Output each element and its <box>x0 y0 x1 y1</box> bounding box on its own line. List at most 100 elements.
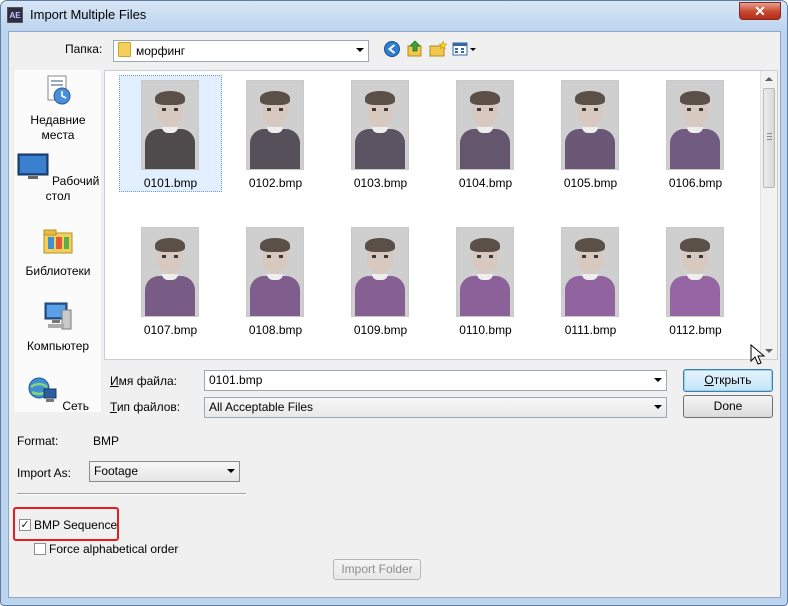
file-name: 0103.bmp <box>353 176 408 190</box>
import-as-label: Import As: <box>17 466 72 480</box>
file-name: 0106.bmp <box>668 176 723 190</box>
thumbnail-hair <box>155 91 185 105</box>
file-thumbnail <box>246 227 304 317</box>
file-name: 0108.bmp <box>248 323 303 337</box>
scroll-up-arrow-icon[interactable] <box>765 77 773 81</box>
filetype-value: All Acceptable Files <box>209 400 314 414</box>
file-tile[interactable]: 0102.bmp <box>224 75 327 192</box>
thumbnail-body <box>670 276 720 316</box>
thumbnail-hair <box>680 91 710 105</box>
thumbnail-hair <box>470 91 500 105</box>
file-list[interactable]: 0101.bmp 0102.bmp 0103.bmp 0104.bmp 0105.bmp… <box>104 70 778 360</box>
import-dialog-window: AE Import Multiple Files ✕ Папка: морфин… <box>0 0 788 606</box>
up-folder-icon[interactable] <box>406 40 424 58</box>
thumbnail-eyes <box>582 108 598 111</box>
thumbnail-eyes <box>267 108 283 111</box>
thumbnail-body <box>460 276 510 316</box>
thumbnail-eyes <box>162 255 178 258</box>
chevron-down-icon[interactable] <box>654 378 662 382</box>
checkmark-icon: ✓ <box>20 519 30 531</box>
file-tile[interactable]: 0107.bmp <box>119 222 222 339</box>
place-recent[interactable]: Недавние места <box>15 74 101 143</box>
file-name: 0110.bmp <box>459 323 512 337</box>
thumbnail-hair <box>470 238 500 252</box>
file-tile[interactable]: 0108.bmp <box>224 222 327 339</box>
open-button-accelerator: О <box>704 373 714 387</box>
bmp-sequence-label: BMP Sequence <box>34 518 118 532</box>
thumbnail-body <box>565 129 615 169</box>
thumbnail-hair <box>575 91 605 105</box>
thumbnail-eyes <box>687 108 703 111</box>
place-label: Рабочий стол <box>45 174 100 203</box>
file-tile[interactable]: 0111.bmp <box>539 222 642 339</box>
filetype-label-text: ип файлов: <box>116 400 181 414</box>
filetype-dropdown[interactable]: All Acceptable Files <box>204 397 667 418</box>
place-desktop[interactable]: Рабочий стол <box>15 150 101 204</box>
file-name: 0101.bmp <box>143 176 198 190</box>
force-alphabetical-checkbox[interactable] <box>34 543 46 555</box>
thumbnail-hair <box>680 238 710 252</box>
view-menu-icon[interactable] <box>452 40 478 58</box>
vertical-scrollbar[interactable] <box>760 71 777 359</box>
file-name: 0112.bmp <box>669 323 722 337</box>
place-label: Компьютер <box>26 339 90 353</box>
file-name: 0102.bmp <box>248 176 303 190</box>
file-tile[interactable]: 0105.bmp <box>539 75 642 192</box>
file-thumbnail <box>561 80 619 170</box>
file-thumbnail <box>141 80 199 170</box>
thumbnail-hair <box>365 91 395 105</box>
file-tile[interactable]: 0101.bmp <box>119 75 222 192</box>
filename-input[interactable]: 0101.bmp <box>204 370 667 391</box>
filename-label-text: мя файла: <box>118 374 177 388</box>
place-computer[interactable]: Компьютер <box>15 300 101 354</box>
new-folder-icon[interactable] <box>429 40 447 58</box>
thumbnail-eyes <box>477 108 493 111</box>
title-bar[interactable]: AE Import Multiple Files ✕ <box>1 1 787 31</box>
thumbnail-body <box>670 129 720 169</box>
back-icon[interactable] <box>383 40 401 58</box>
scrollbar-thumb[interactable] <box>763 88 775 188</box>
place-libraries[interactable]: Библиотеки <box>15 225 101 279</box>
lookin-dropdown[interactable]: морфинг <box>113 40 369 62</box>
import-folder-button[interactable]: Import Folder <box>333 559 421 580</box>
lookin-value: морфинг <box>136 44 186 58</box>
bmp-sequence-checkbox[interactable]: ✓ <box>19 519 31 531</box>
file-name: 0107.bmp <box>143 323 198 337</box>
thumbnail-eyes <box>687 255 703 258</box>
file-tile[interactable]: 0109.bmp <box>329 222 432 339</box>
force-alphabetical-label: Force alphabetical order <box>49 542 179 556</box>
filename-label-accelerator: И <box>110 374 119 388</box>
place-network[interactable]: Сеть <box>15 375 101 412</box>
libraries-icon <box>43 229 73 254</box>
thumbnail-eyes <box>477 255 493 258</box>
place-label: Недавние места <box>30 113 86 142</box>
chevron-down-icon <box>227 469 235 473</box>
file-thumbnail <box>246 80 304 170</box>
thumbnail-eyes <box>582 255 598 258</box>
thumbnail-body <box>355 129 405 169</box>
grip-line <box>767 133 772 134</box>
grip-line <box>767 136 772 137</box>
close-button[interactable]: ✕ <box>739 2 781 20</box>
separator <box>17 493 246 495</box>
format-value: BMP <box>93 434 120 448</box>
place-label: Сеть <box>62 399 90 412</box>
file-tile[interactable]: 0106.bmp <box>644 75 747 192</box>
file-tile[interactable]: 0103.bmp <box>329 75 432 192</box>
file-tile[interactable]: 0104.bmp <box>434 75 537 192</box>
import-as-dropdown[interactable]: Footage <box>89 461 240 482</box>
thumbnail-eyes <box>372 255 388 258</box>
filetype-label-accelerator: Т <box>110 400 117 414</box>
file-thumbnail <box>666 227 724 317</box>
file-name: 0111.bmp <box>564 323 617 337</box>
file-name: 0105.bmp <box>563 176 618 190</box>
mouse-cursor-icon <box>750 344 766 365</box>
thumbnail-body <box>145 129 195 169</box>
file-tile[interactable]: 0112.bmp <box>644 222 747 339</box>
file-thumbnail <box>456 80 514 170</box>
file-name: 0104.bmp <box>458 176 513 190</box>
filetype-label: Тип файлов: <box>110 400 180 414</box>
file-tile[interactable]: 0110.bmp <box>434 222 537 339</box>
open-button[interactable]: Открыть <box>683 369 773 392</box>
done-button[interactable]: Done <box>683 395 773 418</box>
